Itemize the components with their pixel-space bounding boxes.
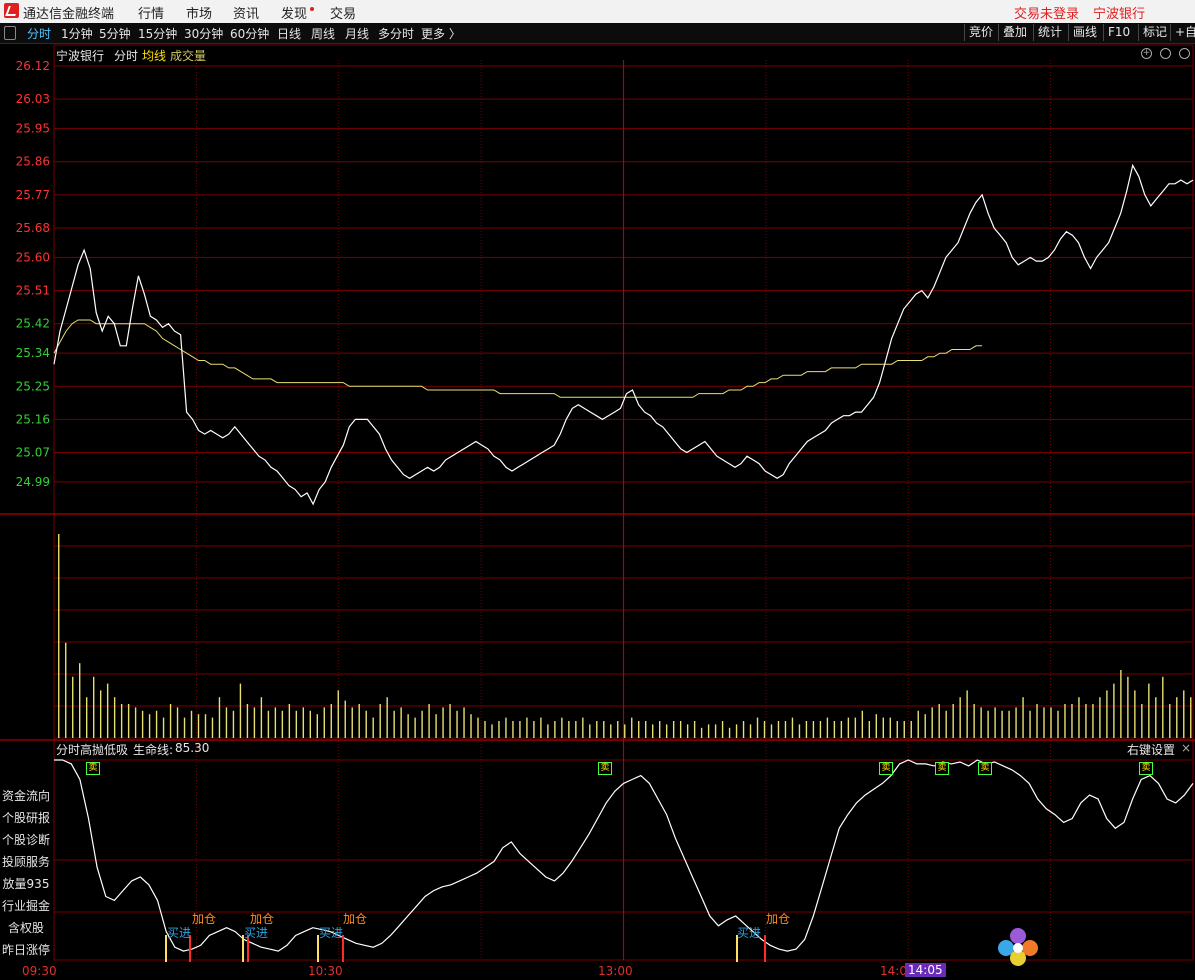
price-tick-label: 25.60 xyxy=(16,250,50,264)
volume-bars xyxy=(58,534,1192,738)
time-cursor: 14:05 xyxy=(905,963,946,977)
indicator-name: 分时高抛低吸 xyxy=(56,743,129,757)
price-tick-label: 25.07 xyxy=(16,446,50,460)
time-label-1030: 10:30 xyxy=(308,964,343,978)
petal-center xyxy=(1013,943,1023,953)
price-tick-label: 25.25 xyxy=(16,379,50,393)
price-tick-label: 26.03 xyxy=(16,92,50,106)
buy-signal: 买进 xyxy=(167,926,192,940)
lifeline-label: 生命线: xyxy=(133,743,174,757)
price-tick-label: 25.51 xyxy=(16,284,50,298)
side-menu-advisory[interactable]: 投顾服务 xyxy=(0,853,52,870)
side-menu-rights-stock[interactable]: 含权股 xyxy=(0,919,52,936)
time-label-1300: 13:00 xyxy=(598,964,633,978)
average-price-line xyxy=(53,319,983,398)
price-tick-label: 25.16 xyxy=(16,412,50,426)
time-label-0930: 09:30 xyxy=(22,964,57,978)
buy-signal: 买进 xyxy=(319,926,344,940)
time-label-1400: 14:0 xyxy=(880,964,907,978)
watermark-flower-svg xyxy=(998,928,1038,966)
price-tick-label: 25.68 xyxy=(16,221,50,235)
side-menu-limit-up[interactable]: 昨日涨停 xyxy=(0,941,52,958)
side-menu-capital-flow[interactable]: 资金流向 xyxy=(0,787,52,804)
add-position-signal: 加仓 xyxy=(343,912,368,926)
close-indicator-icon[interactable]: × xyxy=(1181,741,1191,755)
price-axis-labels: 26.12 26.03 25.95 25.86 25.77 25.68 25.60 25.51… xyxy=(16,59,50,489)
price-tick-label: 25.86 xyxy=(16,155,50,169)
watermark-flower-icon xyxy=(996,922,1040,972)
side-menu-industry[interactable]: 行业掘金 xyxy=(0,897,52,914)
sell-signal: 卖 xyxy=(978,762,992,775)
sell-signal: 卖 xyxy=(598,762,612,775)
buy-signal: 买进 xyxy=(737,926,762,940)
sell-signal: 卖 xyxy=(1139,762,1153,775)
intraday-chart[interactable]: 26.12 26.03 25.95 25.86 25.77 25.68 25.60 25.51… xyxy=(0,0,1195,980)
price-tick-label: 25.95 xyxy=(16,122,50,136)
indicator-settings[interactable]: 右键设置 xyxy=(1127,741,1175,758)
petal xyxy=(1010,928,1026,944)
side-menu-volume935[interactable]: 放量935 xyxy=(0,875,52,892)
sell-signal: 卖 xyxy=(86,762,100,775)
sell-signal: 卖 xyxy=(879,762,893,775)
price-tick-label: 24.99 xyxy=(16,475,50,489)
side-menu-research[interactable]: 个股研报 xyxy=(0,809,52,826)
side-menu-diagnosis[interactable]: 个股诊断 xyxy=(0,831,52,848)
add-position-signal: 加仓 xyxy=(250,912,275,926)
price-tick-label: 25.42 xyxy=(16,317,50,331)
chart-grid xyxy=(0,44,1195,961)
add-position-signal: 加仓 xyxy=(766,912,791,926)
lifeline-value: 85.30 xyxy=(175,741,210,755)
price-tick-label: 25.77 xyxy=(16,188,50,202)
sell-signal: 卖 xyxy=(935,762,949,775)
price-tick-label: 26.12 xyxy=(16,59,50,73)
add-position-signal: 加仓 xyxy=(192,912,217,926)
price-tick-label: 25.34 xyxy=(16,346,50,360)
